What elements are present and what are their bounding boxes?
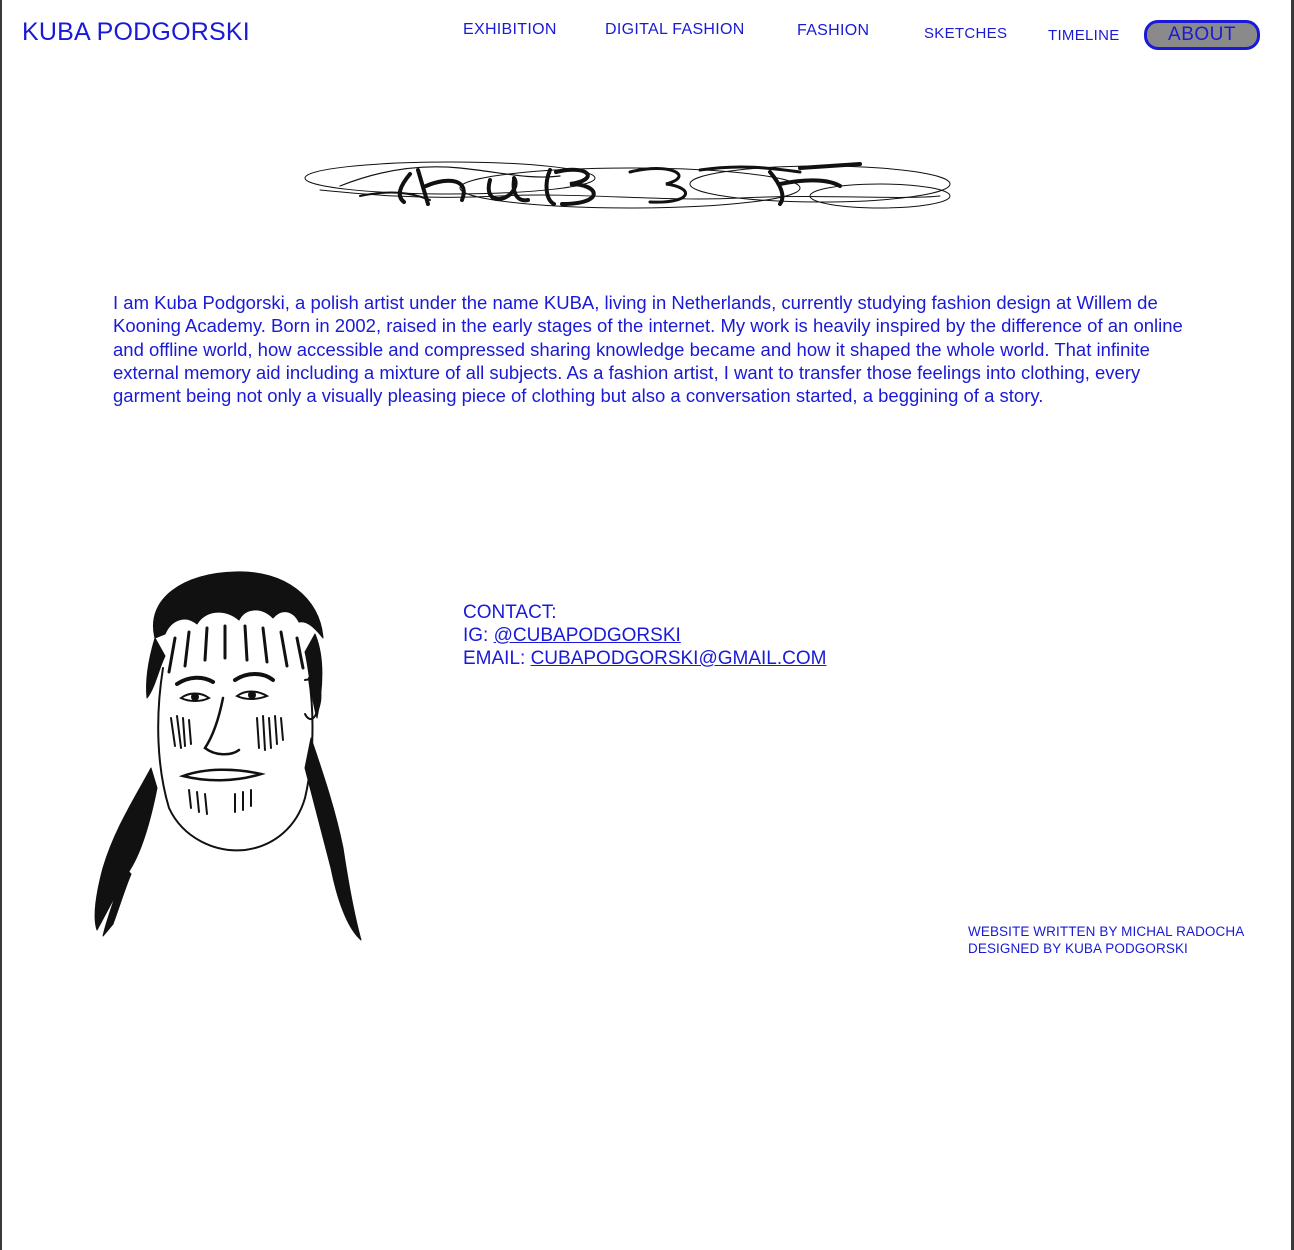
nav-digital-fashion[interactable]: DIGITAL FASHION	[605, 21, 745, 39]
nav-timeline[interactable]: TIMELINE	[1048, 27, 1120, 44]
nav-fashion[interactable]: FASHION	[797, 22, 869, 40]
instagram-link[interactable]: @CUBAPODGORSKI	[494, 625, 681, 646]
brand-link[interactable]: KUBA PODGORSKI	[22, 18, 250, 47]
contact-heading: CONTACT:	[463, 602, 557, 623]
ig-label: IG:	[463, 625, 494, 646]
email-label: EMAIL:	[463, 648, 531, 669]
bio-paragraph: I am Kuba Podgorski, a polish artist und…	[113, 292, 1183, 407]
contact-block: CONTACT: IG: @CUBAPODGORSKI EMAIL: CUBAP…	[463, 601, 826, 670]
contact-email-line: EMAIL: CUBAPODGORSKI@GMAIL.COM	[463, 647, 826, 670]
nav-about-button[interactable]: ABOUT	[1144, 20, 1260, 50]
nav-sketches[interactable]: SKETCHES	[924, 25, 1007, 42]
credits-line-written: WEBSITE WRITTEN BY MICHAL RADOCHA	[968, 924, 1245, 939]
contact-ig-line: IG: @CUBAPODGORSKI	[463, 624, 826, 647]
email-link[interactable]: CUBAPODGORSKI@GMAIL.COM	[531, 648, 827, 669]
nav-exhibition[interactable]: EXHIBITION	[463, 21, 557, 39]
credits-line-designed: DESIGNED BY KUBA PODGORSKI	[968, 941, 1188, 956]
ink-portrait-drawing	[94, 571, 362, 941]
site-credits: WEBSITE WRITTEN BY MICHAL RADOCHA DESIGN…	[968, 923, 1244, 957]
calligraphic-signature-logo	[304, 161, 951, 209]
